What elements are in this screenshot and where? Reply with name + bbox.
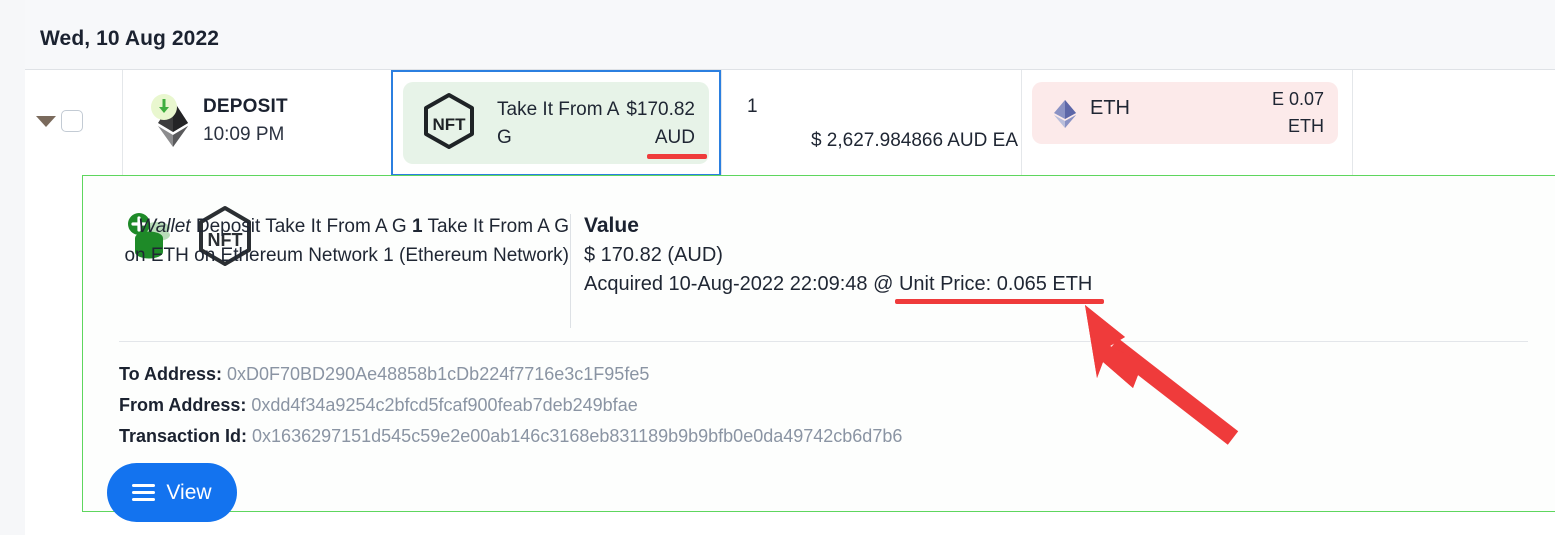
ethereum-logo-icon — [145, 92, 191, 148]
price-symbol-label: ETH — [1090, 97, 1130, 119]
nft-name-label: Take It From A G — [497, 99, 619, 148]
hamburger-menu-icon — [132, 484, 156, 501]
nft-currency-wrap: AUD — [646, 124, 707, 159]
detail-summary: NFT Wallet Deposit Take It From A G 1 Ta… — [83, 176, 1555, 341]
detail-description: Wallet Deposit Take It From A G 1 Take I… — [119, 212, 569, 270]
wallet-label: Wallet — [138, 216, 191, 237]
nft-currency-label: AUD — [654, 127, 695, 148]
value-acquired-row: Acquired 10-Aug-2022 22:09:48 @ Unit Pri… — [584, 273, 1105, 304]
red-underline-annotation — [646, 154, 707, 159]
detail-description-middle: Deposit Take It From A G — [190, 216, 412, 237]
field-value[interactable]: 0x1636297151d545c59e2e00ab146c3168eb8311… — [252, 426, 902, 446]
transaction-detail-panel: NFT Wallet Deposit Take It From A G 1 Ta… — [82, 175, 1555, 522]
list-item: Transaction Id: 0x1636297151d545c59e2e00a… — [119, 421, 902, 452]
price-unit-label: ETH — [1288, 116, 1324, 136]
transaction-type-label: DEPOSIT — [203, 96, 288, 117]
list-item: To Address: 0xD0F70BD290Ae48858b1cDb224f7… — [119, 359, 902, 390]
red-underline-annotation — [894, 299, 1105, 304]
transaction-type-cell: DEPOSIT 10:09 PM — [123, 70, 391, 176]
field-label: Transaction Id: — [119, 426, 248, 446]
field-label: From Address: — [119, 395, 247, 415]
nft-hexagon-icon: NFT — [417, 91, 481, 155]
date-group-header: Wed, 10 Aug 2022 — [25, 0, 1555, 70]
detail-description-qty: 1 — [411, 216, 423, 237]
eth-price-badge: ETH E 0.07 ETH — [1032, 82, 1338, 144]
value-amount-label: $ 170.82 (AUD) — [584, 244, 723, 266]
transaction-type-info: DEPOSIT 10:09 PM — [203, 96, 288, 146]
unit-rate-label: $ 2,627.984866 AUD EA — [810, 130, 1018, 151]
view-button[interactable]: View — [107, 463, 237, 522]
detail-value-block: Value $ 170.82 (AUD) Acquired 10-Aug-202… — [584, 214, 1105, 304]
field-value[interactable]: 0xdd4f34a9254c2bfcd5fcaf900feab7deb249bf… — [251, 395, 637, 415]
nft-amount-block: $170.82 AUD — [626, 96, 707, 159]
transaction-card: Wed, 10 Aug 2022 DEPOSIT 10:09 PM NFT Ta… — [25, 0, 1555, 535]
unit-price-label: Unit Price: 0.065 ETH — [898, 273, 1093, 295]
nft-asset-cell-highlighted[interactable]: NFT Take It From A G $170.82 AUD — [391, 70, 721, 176]
quantity-label: 1 — [747, 96, 758, 117]
detail-separator — [119, 341, 1528, 342]
chevron-down-icon[interactable] — [36, 116, 56, 127]
detail-fields-list: To Address: 0xD0F70BD290Ae48858b1cDb224f7… — [119, 359, 902, 452]
field-label: To Address: — [119, 364, 223, 384]
nft-amount-label: $170.82 — [626, 99, 695, 120]
list-item: From Address: 0xdd4f34a9254c2bfcd5fcaf900… — [119, 390, 902, 421]
svg-text:NFT: NFT — [432, 115, 466, 134]
price-amount-label: E 0.07 — [1271, 89, 1324, 109]
quantity-cell: 1 $ 2,627.984866 AUD EA — [722, 70, 1021, 176]
column-divider — [1352, 70, 1353, 176]
price-cell: ETH E 0.07 ETH — [1022, 70, 1352, 176]
date-label: Wed, 10 Aug 2022 — [40, 27, 220, 50]
value-title: Value — [584, 214, 639, 237]
transaction-time-label: 10:09 PM — [203, 124, 285, 145]
row-select-checkbox[interactable] — [61, 110, 83, 132]
view-button-label: View — [166, 480, 212, 504]
field-value[interactable]: 0xD0F70BD290Ae48858b1cDb224f7716e3c1F95f… — [227, 364, 649, 384]
unit-price-wrap: Unit Price: 0.065 ETH — [894, 273, 1105, 304]
price-amount-block: E 0.07 ETH — [1272, 86, 1324, 140]
app-root: Wed, 10 Aug 2022 DEPOSIT 10:09 PM NFT Ta… — [0, 0, 1555, 535]
ethereum-diamond-icon — [1052, 99, 1078, 129]
nft-asset-badge: NFT Take It From A G $170.82 AUD — [403, 82, 709, 164]
detail-divider — [570, 214, 571, 328]
acquired-label: Acquired 10-Aug-2022 22:09:48 @ — [584, 273, 899, 295]
arrow-down-icon — [151, 94, 177, 120]
